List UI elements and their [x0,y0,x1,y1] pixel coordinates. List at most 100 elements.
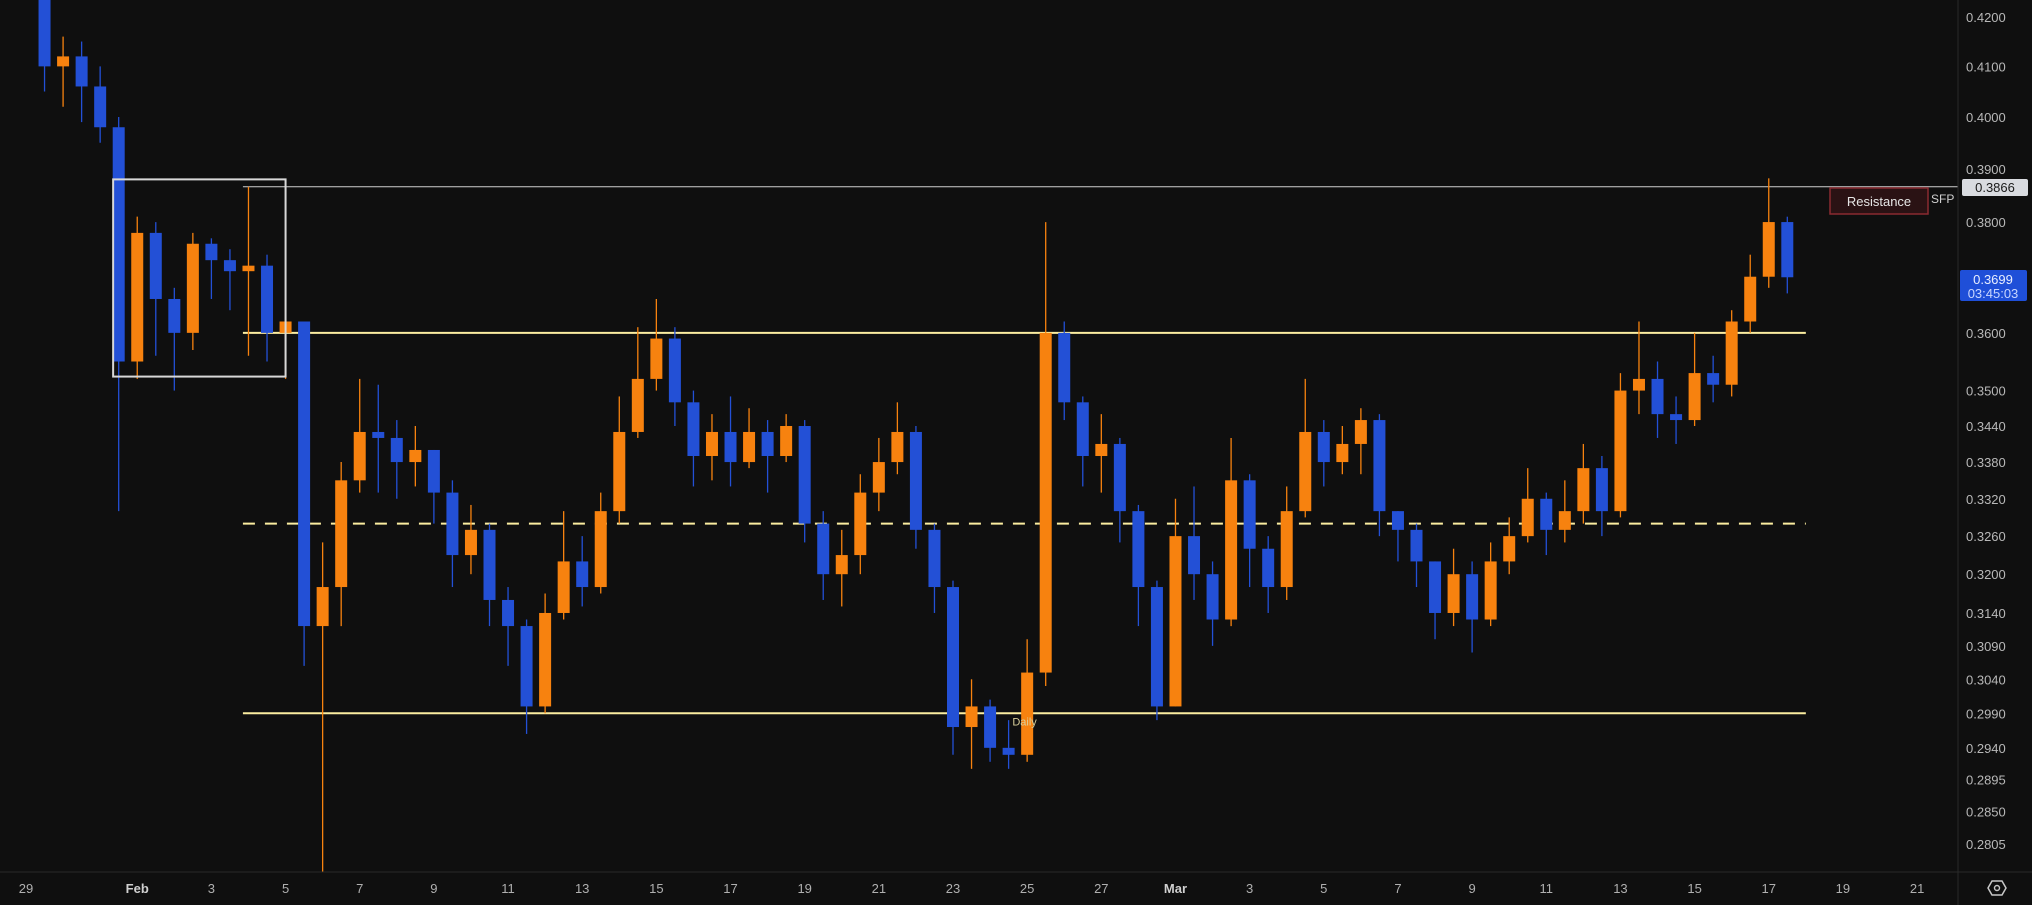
candle-body [1058,332,1071,403]
resistance-label[interactable]: Resistance [1829,187,1929,215]
candle-body [780,426,793,457]
candle [1725,310,1738,397]
candle-body [1725,321,1738,385]
x-tick-label: 21 [1910,881,1924,896]
x-tick-label: Mar [1164,881,1187,896]
candle-body [1540,498,1553,530]
candle-body [131,232,144,362]
y-tick-label: 0.4100 [1966,59,2006,74]
candle-body [520,626,533,707]
candle-body [1521,498,1534,537]
candle-body [261,265,274,333]
candlestick-chart[interactable]: Daily 0.4200 0.4100 0.4000 0.3900 0.3800 0.36… [0,0,2032,905]
candle-body [298,321,311,627]
candle-body [872,462,885,493]
y-tick-label: 0.4200 [1966,10,2006,25]
candle-body [205,243,218,261]
candle-body [576,561,589,588]
candle [1150,580,1163,721]
candle-body [1503,536,1516,562]
candle-body [761,431,774,457]
y-tick-label: 0.3320 [1966,492,2006,507]
candle [131,216,144,379]
candle-body [1429,561,1442,613]
candle-body [1150,587,1163,707]
candle-body [1410,529,1423,562]
candle-body [835,555,848,575]
candle-body [743,431,756,463]
x-tick-label: Feb [126,881,149,896]
candle-body [1558,511,1571,530]
x-tick-label: 11 [501,881,515,896]
x-tick-label: 9 [430,881,437,896]
y-tick-label: 0.3380 [1966,455,2006,470]
candle-body [631,378,644,432]
candle-body [223,260,236,272]
y-tick-label: 0.3600 [1966,326,2006,341]
x-tick-label: 15 [1687,881,1701,896]
candle-body [668,338,681,403]
x-tick-label: 11 [1540,881,1554,896]
candle-body [1614,390,1627,512]
candle-body [112,127,125,362]
y-tick-label: 0.2895 [1966,772,2006,787]
candle-body [446,492,459,556]
candle-body [1595,468,1608,512]
x-tick-label: 13 [1613,881,1627,896]
candle-body [1391,511,1404,530]
countdown-text: 03:45:03 [1968,286,2019,301]
candle-body [483,529,496,600]
candle-body [1095,443,1108,457]
candle-body [38,0,51,67]
price-marker-sfp: 0.3866 [1962,179,2028,196]
candle-body [1354,420,1367,444]
candle-body [1243,480,1256,549]
candle [1614,373,1627,518]
candle-body [94,86,107,128]
x-tick-label: 27 [1094,881,1108,896]
x-tick-label: 19 [1836,881,1850,896]
x-tick-label: 21 [872,881,886,896]
candle-body [1132,511,1145,588]
candle-body [149,232,162,299]
x-tick-label: 23 [946,881,960,896]
candle-body [427,449,440,493]
candle-body [168,298,181,333]
candle-body [1021,672,1034,755]
candle-body [335,480,348,588]
candle-body [1670,414,1683,421]
y-tick-label: 0.3040 [1966,672,2006,687]
y-tick-label: 0.3200 [1966,567,2006,582]
candle-body [613,431,626,512]
candle [298,321,311,666]
candle-body [1484,561,1497,620]
candle-body [687,402,700,457]
candle-body [1707,373,1720,385]
y-tick-label: 0.3440 [1966,419,2006,434]
candle-body [75,56,88,87]
candle-body [965,706,978,728]
candle-body [186,243,199,333]
candle-body [1206,574,1219,620]
candle-body [390,437,403,463]
candle-body [1762,222,1775,277]
y-tick-label: 0.3140 [1966,606,2006,621]
sfp-label: SFP [1931,192,1954,206]
candle-body [1188,536,1201,575]
candle-body [464,529,477,556]
settings-button[interactable] [1985,878,2009,898]
candle-body [242,265,255,272]
candle-body [1002,747,1015,755]
candle-body [1169,536,1182,707]
candle-body [1688,373,1701,421]
x-tick-label: 9 [1469,881,1476,896]
y-tick-label: 0.4000 [1966,110,2006,125]
candle-body [854,492,867,556]
x-tick-label: 29 [19,881,33,896]
candle-body [1039,332,1052,673]
settings-hexagon-icon [1987,880,2007,896]
daily-label: Daily [1012,716,1037,728]
candle-body [1466,574,1479,620]
candle-body [928,529,941,588]
candle-body [502,599,515,627]
